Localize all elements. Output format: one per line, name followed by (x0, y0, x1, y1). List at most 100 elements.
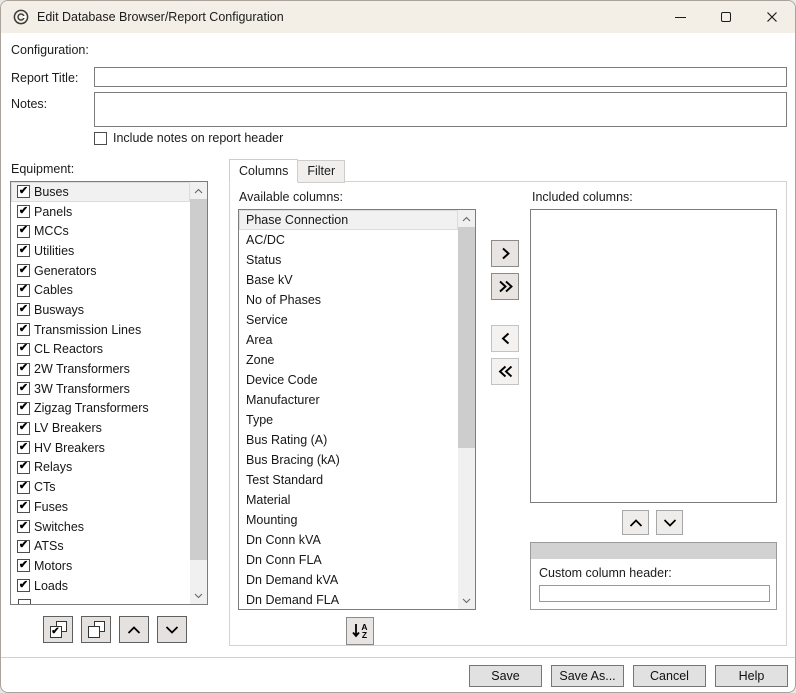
equipment-item-checkbox[interactable]: ✔ (17, 224, 30, 238)
equipment-item-checkbox[interactable]: ✔ (17, 460, 30, 474)
save-as-button[interactable]: Save As... (551, 665, 624, 687)
equipment-item[interactable]: ✔ Utilities (11, 241, 190, 261)
equipment-move-down-button[interactable] (157, 616, 187, 643)
available-columns-scrollbar[interactable] (458, 210, 475, 609)
minimize-button[interactable] (657, 1, 703, 33)
equipment-item-checkbox[interactable]: ✔ (17, 205, 30, 219)
equipment-item[interactable]: ✔ Buses (11, 182, 190, 202)
equipment-item[interactable]: ✔ 3W Transformers (11, 379, 190, 399)
equipment-item[interactable]: ✔ Busways (11, 300, 190, 320)
equipment-item-checkbox[interactable]: ✔ (17, 382, 30, 396)
scrollbar-up-button[interactable] (458, 210, 475, 227)
remove-all-columns-button[interactable] (491, 358, 519, 385)
available-column-item[interactable]: Manufacturer (239, 390, 458, 410)
equipment-item-checkbox[interactable]: ✔ (17, 441, 30, 455)
equipment-item-checkbox[interactable]: ✔ (17, 520, 30, 534)
equipment-item[interactable]: ✔ Switches (11, 517, 190, 537)
uncheck-all-button[interactable] (81, 616, 111, 643)
chevron-down-icon (462, 598, 471, 603)
equipment-item-checkbox[interactable]: ✔ (17, 342, 30, 356)
equipment-move-up-button[interactable] (119, 616, 149, 643)
maximize-button[interactable] (703, 1, 749, 33)
available-column-item[interactable]: Area (239, 330, 458, 350)
equipment-item[interactable]: ✔ LV Breakers (11, 418, 190, 438)
help-button[interactable]: Help (715, 665, 788, 687)
equipment-item[interactable]: ✔ Cables (11, 280, 190, 300)
available-column-item[interactable]: Type (239, 410, 458, 430)
check-all-button[interactable]: ✔ (43, 616, 73, 643)
add-all-columns-button[interactable] (491, 273, 519, 300)
available-column-item[interactable]: Dn Conn FLA (239, 550, 458, 570)
equipment-item[interactable]: ✔ CTs (11, 477, 190, 497)
available-column-item[interactable]: Zone (239, 350, 458, 370)
equipment-item[interactable]: ✔ Zigzag Transformers (11, 399, 190, 419)
remove-column-button[interactable] (491, 325, 519, 352)
report-title-input[interactable] (94, 67, 787, 87)
available-column-item[interactable]: Device Code (239, 370, 458, 390)
equipment-item-checkbox[interactable]: ✔ (17, 480, 30, 494)
scrollbar-thumb[interactable] (458, 227, 475, 448)
available-column-item[interactable]: Dn Demand kVA (239, 570, 458, 590)
equipment-item[interactable]: ✔ Panels (11, 202, 190, 222)
add-column-button[interactable] (491, 240, 519, 267)
equipment-item-checkbox[interactable]: ✔ (17, 244, 30, 258)
equipment-item-checkbox[interactable]: ✔ (17, 185, 30, 199)
equipment-item-checkbox[interactable]: ✔ (17, 362, 30, 376)
available-column-item[interactable]: Status (239, 250, 458, 270)
equipment-item[interactable]: ✔ Loads (11, 576, 190, 596)
close-button[interactable] (749, 1, 795, 33)
available-column-item[interactable]: Bus Rating (A) (239, 430, 458, 450)
equipment-item-checkbox[interactable]: ✔ (17, 559, 30, 573)
notes-input[interactable] (94, 92, 787, 127)
equipment-item-checkbox[interactable]: ✔ (17, 539, 30, 553)
scrollbar-down-button[interactable] (458, 592, 475, 609)
equipment-item-checkbox[interactable]: ✔ (17, 303, 30, 317)
scrollbar-up-button[interactable] (190, 182, 207, 199)
equipment-scrollbar[interactable] (190, 182, 207, 604)
equipment-item[interactable]: ✔ Fuses (11, 497, 190, 517)
included-move-up-button[interactable] (622, 510, 649, 535)
available-column-item[interactable]: Material (239, 490, 458, 510)
equipment-item-checkbox[interactable]: ✔ (17, 283, 30, 297)
equipment-item[interactable]: ✔ Generators (11, 261, 190, 281)
equipment-item[interactable]: ✔ MCCs (11, 221, 190, 241)
available-column-item[interactable]: Service (239, 310, 458, 330)
available-column-item[interactable]: Base kV (239, 270, 458, 290)
equipment-item-checkbox[interactable]: ✔ (17, 579, 30, 593)
available-column-item[interactable]: No of Phases (239, 290, 458, 310)
tab-filter[interactable]: Filter (297, 160, 346, 183)
available-column-item[interactable]: Bus Bracing (kA) (239, 450, 458, 470)
equipment-item[interactable]: ✔ Motors (11, 556, 190, 576)
equipment-item[interactable]: ✔ CL Reactors (11, 340, 190, 360)
equipment-item[interactable]: ✔ Relays (11, 458, 190, 478)
equipment-item[interactable]: ✔ ATSs (11, 536, 190, 556)
equipment-item-partial (18, 599, 31, 604)
available-column-item[interactable]: Phase Connection (239, 210, 458, 230)
included-move-down-button[interactable] (656, 510, 683, 535)
equipment-item-checkbox[interactable]: ✔ (17, 264, 30, 278)
tab-strip: Columns Filter (229, 159, 346, 183)
equipment-item[interactable]: ✔ HV Breakers (11, 438, 190, 458)
available-column-item[interactable]: AC/DC (239, 230, 458, 250)
equipment-item[interactable]: ✔ Transmission Lines (11, 320, 190, 340)
sort-columns-button[interactable]: A Z (346, 617, 374, 645)
include-notes-checkbox[interactable]: ✔ (94, 131, 107, 145)
equipment-item-checkbox[interactable]: ✔ (17, 421, 30, 435)
tab-columns[interactable]: Columns (229, 159, 299, 183)
title-bar[interactable]: Edit Database Browser/Report Configurati… (1, 1, 795, 33)
scrollbar-thumb[interactable] (190, 199, 207, 560)
scrollbar-down-button[interactable] (190, 587, 207, 604)
equipment-item-label: Switches (34, 519, 85, 534)
cancel-button[interactable]: Cancel (633, 665, 706, 687)
equipment-item-checkbox[interactable]: ✔ (17, 401, 30, 415)
custom-column-header-input[interactable] (539, 585, 770, 602)
save-button[interactable]: Save (469, 665, 542, 687)
equipment-item-checkbox[interactable]: ✔ (17, 323, 30, 337)
available-column-item[interactable]: Mounting (239, 510, 458, 530)
included-columns-list[interactable] (530, 209, 777, 503)
available-column-item[interactable]: Dn Demand FLA (239, 590, 458, 609)
equipment-item[interactable]: ✔ 2W Transformers (11, 359, 190, 379)
equipment-item-checkbox[interactable]: ✔ (17, 500, 30, 514)
available-column-item[interactable]: Dn Conn kVA (239, 530, 458, 550)
available-column-item[interactable]: Test Standard (239, 470, 458, 490)
